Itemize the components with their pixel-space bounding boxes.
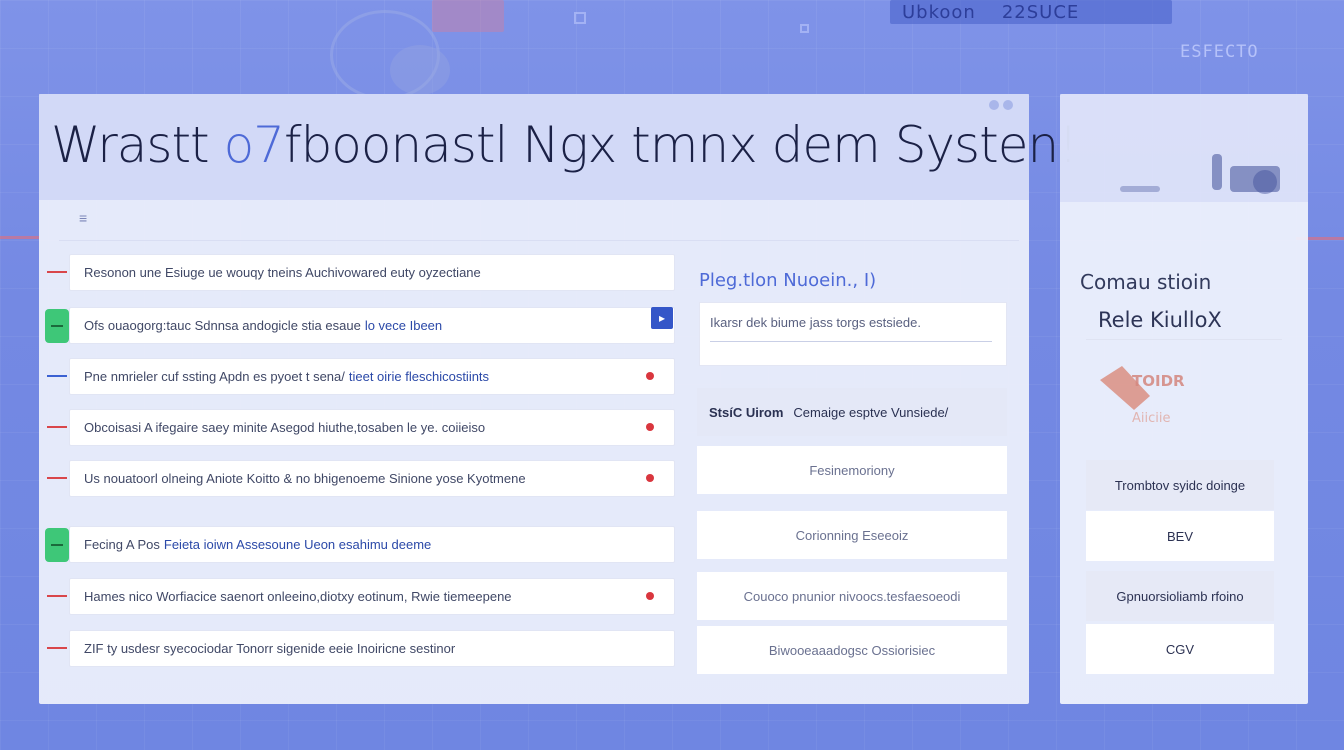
title-bar: Wrastt o7fboonastl Ngx tmnx dem Systen! — [39, 94, 1078, 200]
list-item-text: Obcoisasi A ifegaire saey minite Asegod … — [84, 420, 486, 435]
background-banner: Ubkoon 22SUCE — [890, 0, 1172, 24]
row-marker-blue — [47, 375, 67, 377]
background-lens-shape — [390, 45, 450, 95]
option-tile[interactable]: Corionning Eseeoiz — [697, 511, 1007, 559]
list-item[interactable]: Pne nmrieler cuf ssting Apdn es pyoet t … — [69, 358, 675, 395]
list-item[interactable]: Obcoisasi A ifegaire saey minite Asegod … — [69, 409, 675, 446]
list-item-text: Fecing A Pos — [84, 537, 160, 552]
background-square-small — [800, 24, 809, 33]
cgv-button[interactable]: CGV — [1086, 624, 1274, 674]
background-red-line-left — [0, 236, 40, 239]
side-panel-header — [1060, 94, 1308, 202]
row-marker-green — [45, 528, 69, 562]
background-tile — [432, 0, 504, 32]
list-item-highlight: lo vece Ibeen — [364, 318, 443, 333]
list-item[interactable]: Fecing A Pos Feieta ioiwn Assesoune Ueon … — [69, 526, 675, 563]
option-tile[interactable]: Couoco pnunior nivoocs.tesfaesoeodi — [697, 572, 1007, 620]
option-tile-label: StsíC Uirom — [709, 404, 784, 420]
row-marker-red — [47, 271, 67, 273]
list-item[interactable]: ZIF ty usdesr syecociodar Tonorr sigenid… — [69, 630, 675, 667]
group-label-two: Gpnuorsioliamb rfoino — [1086, 571, 1274, 621]
status-dot-icon — [646, 423, 654, 431]
row-marker-red — [47, 477, 67, 479]
brand-logo-icon: TOIDR Aiiciie — [1100, 366, 1185, 426]
list-item-text: Resonon une Esiuge ue wouqy tneins Auchi… — [84, 265, 481, 280]
row-marker-red — [47, 647, 67, 649]
option-tile-detail: Biwooeaaadogsc Ossiorisiec — [768, 642, 936, 658]
row-marker-green — [45, 309, 69, 343]
side-subheading: Rele KiulloX — [1098, 308, 1222, 332]
option-tile-detail: Fesinemoriony — [809, 462, 895, 478]
list-item-text: Us nouatoorl olneing Aniote Koitto & no … — [84, 471, 526, 486]
main-panel: Wrastt o7fboonastl Ngx tmnx dem Systen! … — [39, 94, 1078, 704]
list-item[interactable]: Ofs ouaogorg:tauc Sdnnsa andogicle stia … — [69, 307, 675, 344]
row-marker-red — [47, 426, 67, 428]
option-tile[interactable]: Fesinemoriony — [697, 446, 1007, 494]
background-label: ESFECTO — [1180, 42, 1259, 62]
option-tile-detail: Corionning Eseeoiz — [795, 527, 909, 543]
side-panel: Comau stioin Rele KiulloX TOIDR Aiiciie … — [1060, 94, 1308, 704]
status-dot-icon — [646, 372, 654, 380]
list-item-highlight: Feieta ioiwn Assesoune Ueon esahimu deem… — [163, 537, 432, 552]
input-underline — [710, 341, 992, 342]
option-tile[interactable]: StsíC Uirom Cemaige esptve Vunsiede/ — [697, 388, 1007, 436]
list-item-text: ZIF ty usdesr syecociodar Tonorr sigenid… — [84, 641, 456, 656]
window-dot-icon[interactable] — [1003, 100, 1013, 110]
list-item-text: Hames nico Worfiacice saenort onleeino,d… — [84, 589, 512, 604]
expand-badge-icon[interactable]: ▸ — [651, 307, 673, 329]
window-dot-icon[interactable] — [989, 100, 999, 110]
row-marker-red — [47, 595, 67, 597]
list-item[interactable]: Hames nico Worfiacice saenort onleeino,d… — [69, 578, 675, 615]
page-title: Wrastt o7fboonastl Ngx tmnx dem Systen! — [51, 116, 1078, 174]
group-label-one: Trombtov syidc doinge — [1086, 460, 1274, 510]
option-tile[interactable]: Biwooeaaadogsc Ossiorisiec — [697, 626, 1007, 674]
side-heading: Comau stioin — [1080, 270, 1212, 294]
search-input-value: Ikarsr dek biume jass torgs estsiede. — [710, 315, 921, 330]
list-item-text: Pne nmrieler cuf ssting Apdn es pyoet t … — [84, 369, 345, 384]
banner-right-text: 22SUCE — [1001, 1, 1080, 23]
background-square — [574, 12, 586, 24]
side-divider — [1086, 339, 1282, 340]
side-header-illustration-icon — [1120, 154, 1280, 194]
option-tile-detail: Couoco pnunior nivoocs.tesfaesoeodi — [743, 588, 961, 604]
bev-button[interactable]: BEV — [1086, 511, 1274, 561]
middle-heading: Pleg.tlon Nuoein., I) — [699, 270, 877, 291]
search-input[interactable]: Ikarsr dek biume jass torgs estsiede. — [699, 302, 1007, 366]
list-item[interactable]: Resonon une Esiuge ue wouqy tneins Auchi… — [69, 254, 675, 291]
page-title-part2: fboonastl Ngx tmnx dem Systen! — [283, 116, 1078, 174]
divider — [59, 240, 1019, 241]
list-item-highlight: tieet oirie fleschicostiints — [348, 369, 490, 384]
page-title-accent: o7 — [223, 116, 285, 174]
window-controls — [989, 100, 1013, 110]
list-item-text: Ofs ouaogorg:tauc Sdnnsa andogicle stia … — [84, 318, 361, 333]
status-dot-icon — [646, 474, 654, 482]
list-item[interactable]: Us nouatoorl olneing Aniote Koitto & no … — [69, 460, 675, 497]
hamburger-menu-icon[interactable]: ≡ — [79, 211, 93, 225]
banner-left-text: Ubkoon — [902, 1, 976, 23]
page-title-part1: Wrastt — [51, 116, 210, 174]
logo-text-secondary: Aiiciie — [1132, 411, 1171, 426]
option-tile-detail: Cemaige esptve Vunsiede/ — [793, 404, 949, 420]
status-dot-icon — [646, 592, 654, 600]
logo-text-primary: TOIDR — [1132, 372, 1185, 390]
